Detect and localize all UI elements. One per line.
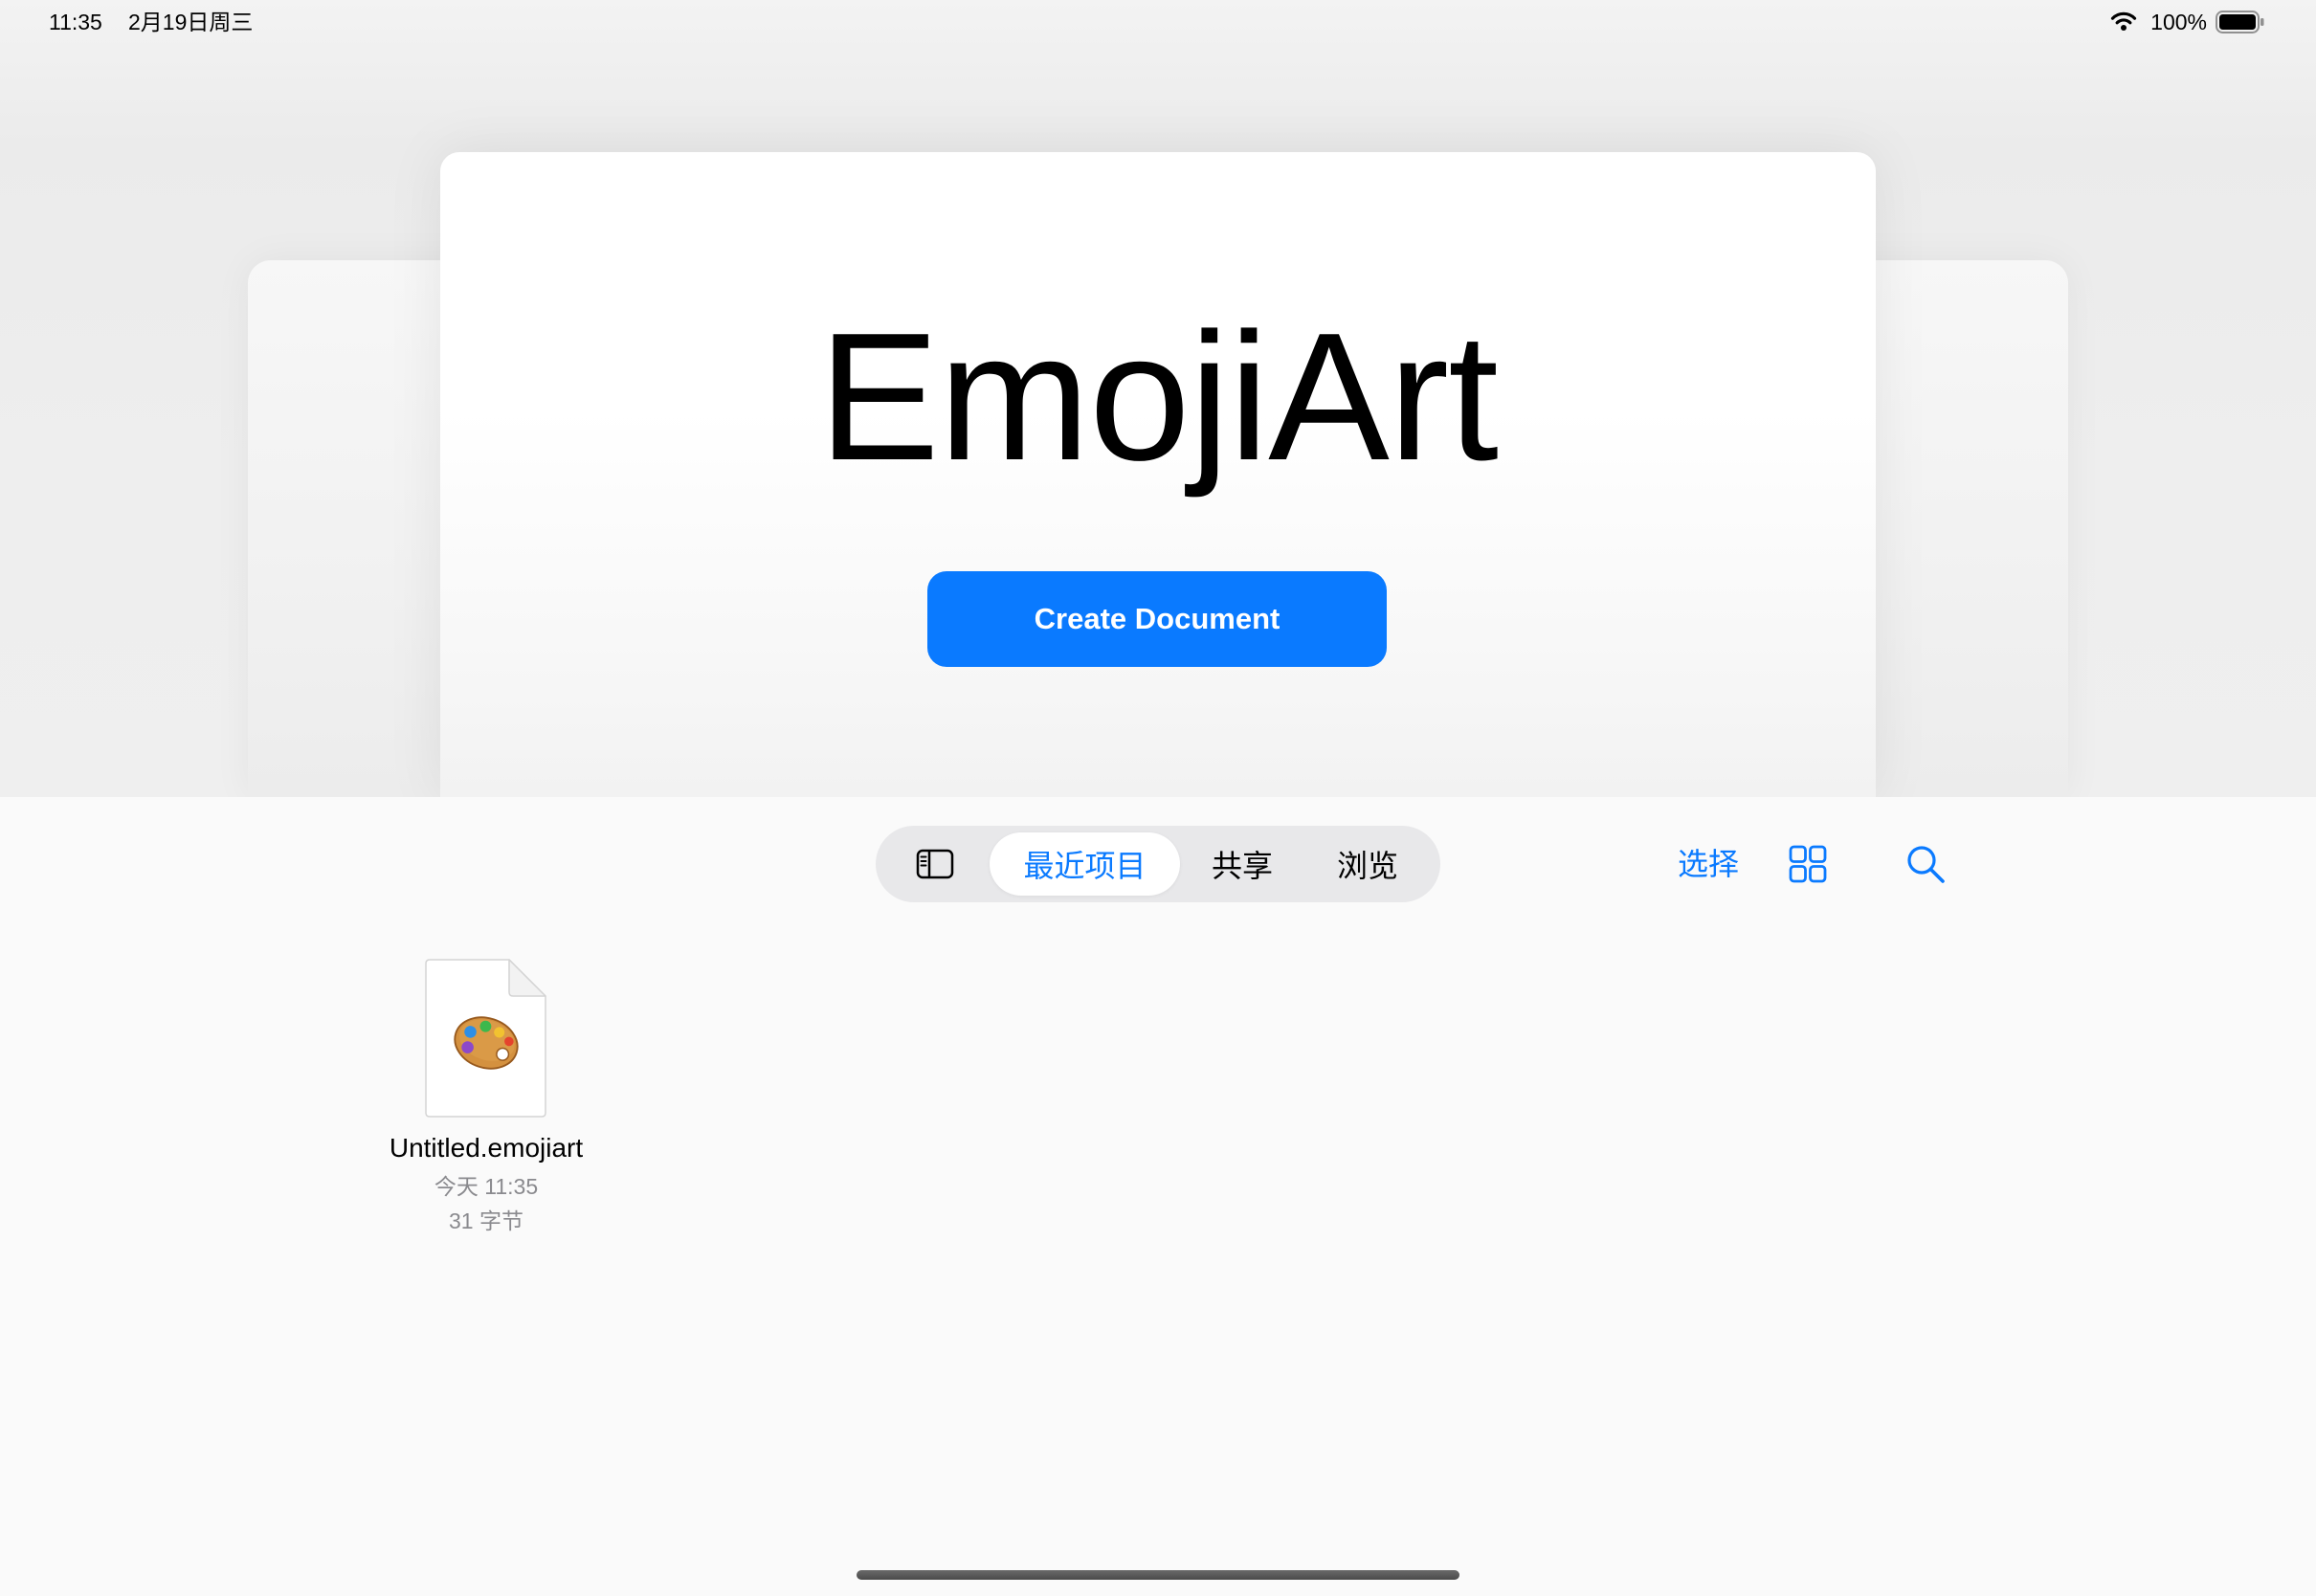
grid-icon[interactable] <box>1789 845 1827 883</box>
app-title: EmojiArt <box>818 296 1499 499</box>
document-browser-screen: EmojiArt Create Document 11:35 2月19日周三 1… <box>0 0 2316 1596</box>
search-icon[interactable] <box>1905 844 1946 884</box>
status-time: 11:35 <box>49 10 102 34</box>
file-modified-date: 今天 11:35 <box>434 1174 539 1199</box>
tab-browse[interactable]: 浏览 <box>1320 832 1415 896</box>
sidebar-icon[interactable] <box>916 849 954 879</box>
tab-shared[interactable]: 共享 <box>1194 832 1290 896</box>
select-button[interactable]: 选择 <box>1670 845 1747 883</box>
file-size: 31 字节 <box>449 1208 523 1233</box>
status-date: 2月19日周三 <box>128 10 254 34</box>
hero-area: EmojiArt Create Document <box>0 0 2316 797</box>
battery-percentage: 100% <box>2150 10 2207 34</box>
create-document-button[interactable]: Create Document <box>927 571 1387 667</box>
file-item[interactable]: Untitled.emojiart 今天 11:35 31 字节 <box>364 959 609 1236</box>
wifi-icon <box>2110 11 2137 31</box>
file-browser-area <box>0 797 2316 1596</box>
battery-icon <box>2216 11 2264 33</box>
file-name: Untitled.emojiart <box>389 1133 584 1163</box>
hero-card: EmojiArt Create Document <box>440 152 1876 797</box>
home-indicator[interactable] <box>857 1570 1459 1580</box>
palette-icon <box>454 1016 519 1070</box>
browse-segmented-control: 最近项目 共享 浏览 <box>876 826 1440 902</box>
tab-recents[interactable]: 最近项目 <box>990 832 1180 896</box>
document-thumbnail <box>425 959 546 1118</box>
